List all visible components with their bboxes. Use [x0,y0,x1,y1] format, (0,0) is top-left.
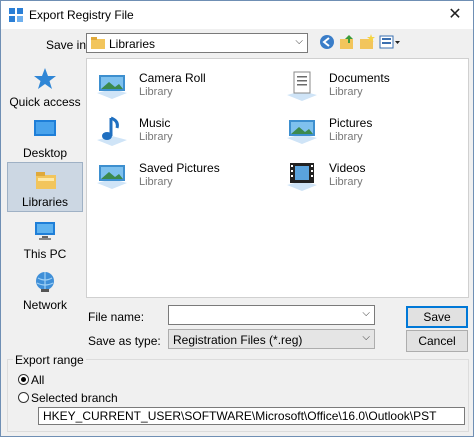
title-bar: Export Registry File ✕ [1,1,473,29]
library-item-videos[interactable]: Videos Library [279,157,454,197]
place-desktop[interactable]: Desktop [7,112,83,162]
place-label: Quick access [9,95,81,109]
chevron-down-icon: ⌵ [362,332,370,343]
computer-icon [35,222,55,240]
export-range-title: Export range [13,353,86,367]
close-button[interactable]: ✕ [445,5,465,25]
place-network[interactable]: Network [7,264,83,314]
place-libraries[interactable]: Libraries [7,162,83,212]
save-button[interactable]: Save [406,306,468,328]
library-name: Documents [329,71,390,85]
save-as-type-label: Save as type: [88,334,161,348]
library-name: Videos [329,161,366,175]
library-type: Library [139,86,173,98]
file-list: Camera Roll Library Documents Library Mu… [86,58,469,298]
place-quick-access[interactable]: Quick access [7,61,83,111]
library-item-documents[interactable]: Documents Library [279,67,454,107]
library-type: Library [329,86,363,98]
library-item-music[interactable]: Music Library [89,112,264,152]
library-item-pictures[interactable]: Pictures Library [279,112,454,152]
picture-library-icon [97,165,127,189]
star-icon [34,68,56,89]
file-name-label: File name: [88,310,145,324]
library-name: Music [139,116,171,130]
chevron-down-icon: ⌵ [295,36,303,47]
picture-library-icon [97,75,127,99]
selected-branch-input[interactable]: HKEY_CURRENT_USER\SOFTWARE\Microsoft\Off… [38,407,465,425]
place-label: This PC [23,247,67,261]
view-menu-icon[interactable] [379,34,401,50]
picture-library-icon [287,120,317,144]
chevron-down-icon[interactable]: ⌵ [362,308,370,319]
window-title: Export Registry File [29,8,134,22]
videos-library-icon [287,163,317,191]
library-type: Library [329,131,363,143]
library-type: Library [329,176,363,188]
save-as-type-value: Registration Files (*.reg) [173,333,303,347]
documents-library-icon [287,71,317,101]
save-as-type-dropdown[interactable]: Registration Files (*.reg) ⌵ [168,329,375,349]
save-in-label: Save in: [46,38,90,52]
up-folder-icon[interactable] [339,34,355,50]
places-bar: Quick access Desktop Libraries This PC N… [7,58,83,326]
libraries-icon [91,37,105,49]
network-icon [36,272,54,292]
export-registry-dialog: Export Registry File ✕ Save in: Librarie… [0,0,474,437]
save-in-value: Libraries [109,37,156,51]
library-item-saved-pictures[interactable]: Saved Pictures Library [89,157,264,197]
cancel-button[interactable]: Cancel [406,330,468,352]
file-name-input[interactable]: ⌵ [168,305,375,325]
library-item-camera-roll[interactable]: Camera Roll Library [89,67,264,107]
place-label: Network [22,298,67,312]
radio-selected-branch-label[interactable]: Selected branch [31,391,118,405]
place-this-pc[interactable]: This PC [7,213,83,263]
library-name: Pictures [329,116,373,130]
radio-selected-branch[interactable] [18,392,29,403]
save-in-dropdown[interactable]: Libraries ⌵ [86,33,308,53]
desktop-icon [34,120,56,136]
radio-all-label[interactable]: All [31,373,44,387]
new-folder-icon[interactable] [359,34,375,50]
back-icon[interactable] [319,34,335,50]
place-label: Desktop [22,146,68,160]
registry-editor-icon [9,8,23,22]
radio-all[interactable] [18,374,29,385]
library-type: Library [139,176,173,188]
library-name: Camera Roll [139,71,206,85]
libraries-icon [36,172,56,189]
music-library-icon [97,116,127,146]
library-type: Library [139,131,173,143]
library-name: Saved Pictures [139,161,220,175]
place-label: Libraries [21,195,69,209]
